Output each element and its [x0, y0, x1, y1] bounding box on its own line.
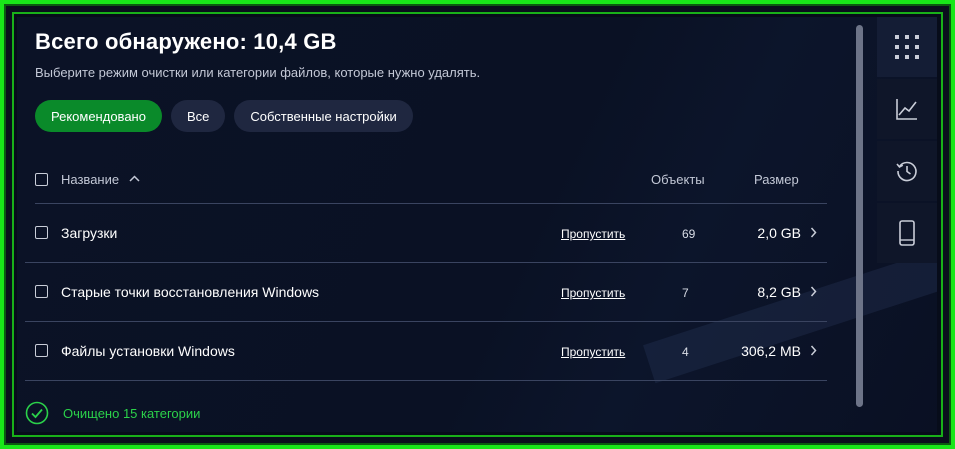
row-name: Файлы установки Windows: [61, 343, 235, 359]
check-circle-icon: [25, 401, 49, 425]
row-checkbox[interactable]: [35, 226, 48, 239]
table-row[interactable]: Старые точки восстановления Windows Проп…: [25, 263, 827, 322]
sidebar-grid-button[interactable]: [877, 17, 937, 77]
mode-selector: Рекомендовано Все Собственные настройки: [35, 100, 413, 132]
skip-link[interactable]: Пропустить: [561, 227, 625, 241]
select-all-checkbox[interactable]: [35, 173, 48, 186]
row-size: 2,0 GB: [757, 225, 801, 241]
scrollbar[interactable]: [856, 25, 863, 407]
column-objects-header: Объекты: [651, 172, 705, 187]
phone-icon: [899, 220, 915, 246]
sidebar-statistics-button[interactable]: [877, 79, 937, 139]
cleaner-panel: Всего обнаружено: 10,4 GB Выберите режим…: [17, 17, 937, 432]
mode-all-button[interactable]: Все: [170, 100, 226, 132]
row-checkbox[interactable]: [35, 285, 48, 298]
history-icon: [896, 161, 917, 182]
chart-line-icon: [896, 99, 917, 120]
row-count: 69: [682, 227, 696, 241]
chevron-right-icon: [810, 345, 817, 356]
skip-link[interactable]: Пропустить: [561, 345, 625, 359]
column-size-header: Размер: [754, 172, 799, 187]
row-count: 7: [682, 286, 689, 300]
sort-ascending-icon: [129, 175, 140, 182]
row-size: 8,2 GB: [757, 284, 801, 300]
chevron-right-icon: [810, 227, 817, 238]
row-name: Загрузки: [61, 225, 118, 241]
row-checkbox[interactable]: [35, 344, 48, 357]
table-row[interactable]: Загрузки Пропустить 69 2,0 GB: [25, 204, 827, 263]
sidebar-history-button[interactable]: [877, 141, 937, 201]
table-row[interactable]: Файлы установки Windows Пропустить 4 306…: [25, 322, 827, 381]
skip-link[interactable]: Пропустить: [561, 286, 625, 300]
grid-icon: [895, 35, 919, 59]
table-header: Название Объекты Размер: [35, 167, 827, 204]
row-name: Старые точки восстановления Windows: [61, 284, 320, 300]
mode-custom-button[interactable]: Собственные настройки: [234, 100, 413, 132]
cleaned-status-text: Очищено 15 категории: [63, 405, 201, 421]
right-sidebar: [877, 17, 937, 266]
row-count: 4: [682, 345, 689, 359]
row-size: 306,2 MB: [741, 343, 801, 359]
mode-recommended-button[interactable]: Рекомендовано: [35, 100, 162, 132]
chevron-right-icon: [810, 286, 817, 297]
column-name-header[interactable]: Название: [61, 172, 140, 187]
cleaned-status: Очищено 15 категории: [25, 401, 200, 425]
sidebar-mobile-button[interactable]: [877, 203, 937, 263]
page-title: Всего обнаружено: 10,4 GB: [35, 29, 337, 54]
page-subtitle: Выберите режим очистки или категории фай…: [35, 65, 481, 80]
